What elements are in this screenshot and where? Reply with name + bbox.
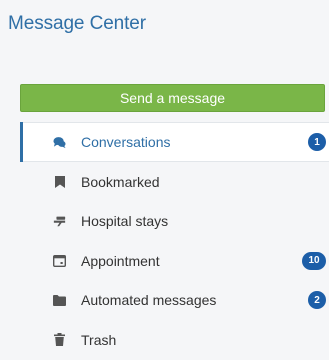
unread-count-badge: 1 (308, 133, 326, 151)
page-title: Message Center (8, 13, 147, 34)
nav-item-conversations[interactable]: Conversations 1 (20, 122, 329, 162)
nav-item-label: Automated messages (81, 292, 217, 309)
nav-item-automated-messages[interactable]: Automated messages 2 (20, 281, 329, 321)
unread-count-badge: 2 (308, 291, 326, 310)
nav-item-appointment[interactable]: Appointment 10 (20, 241, 329, 281)
nav-item-label: Hospital stays (81, 213, 169, 230)
chat-bubbles-icon (53, 136, 66, 149)
nav-item-trash[interactable]: Trash (20, 320, 329, 360)
nav-item-label: Bookmarked (81, 173, 160, 190)
nav-item-label: Conversations (81, 134, 171, 150)
nav-item-label: Trash (81, 331, 117, 348)
bookmark-icon (53, 175, 66, 188)
message-folder-nav: Conversations 1 Bookmarked Hospital stay… (20, 122, 329, 360)
nav-item-hospital-stays[interactable]: Hospital stays (20, 202, 329, 242)
nav-item-label: Appointment (81, 252, 160, 269)
folder-icon (53, 294, 66, 307)
calendar-icon (53, 254, 66, 267)
trash-icon (53, 333, 66, 347)
nav-item-bookmarked[interactable]: Bookmarked (20, 162, 329, 202)
send-message-button[interactable]: Send a message (20, 84, 325, 112)
unread-count-badge: 10 (302, 251, 326, 270)
hospital-bed-icon (53, 215, 66, 228)
